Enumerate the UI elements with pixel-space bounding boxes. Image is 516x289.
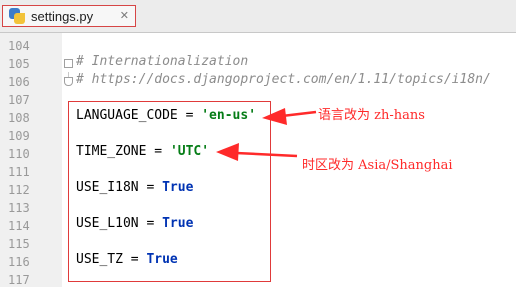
arrow-icon [216, 143, 298, 161]
annotation-language-note: 语言改为 zh-hans [318, 108, 425, 123]
annotation-arrows [216, 108, 317, 161]
annotation-timezone-note: 时区改为 Asia/Shanghai [302, 158, 453, 173]
arrow-icon [262, 108, 317, 125]
